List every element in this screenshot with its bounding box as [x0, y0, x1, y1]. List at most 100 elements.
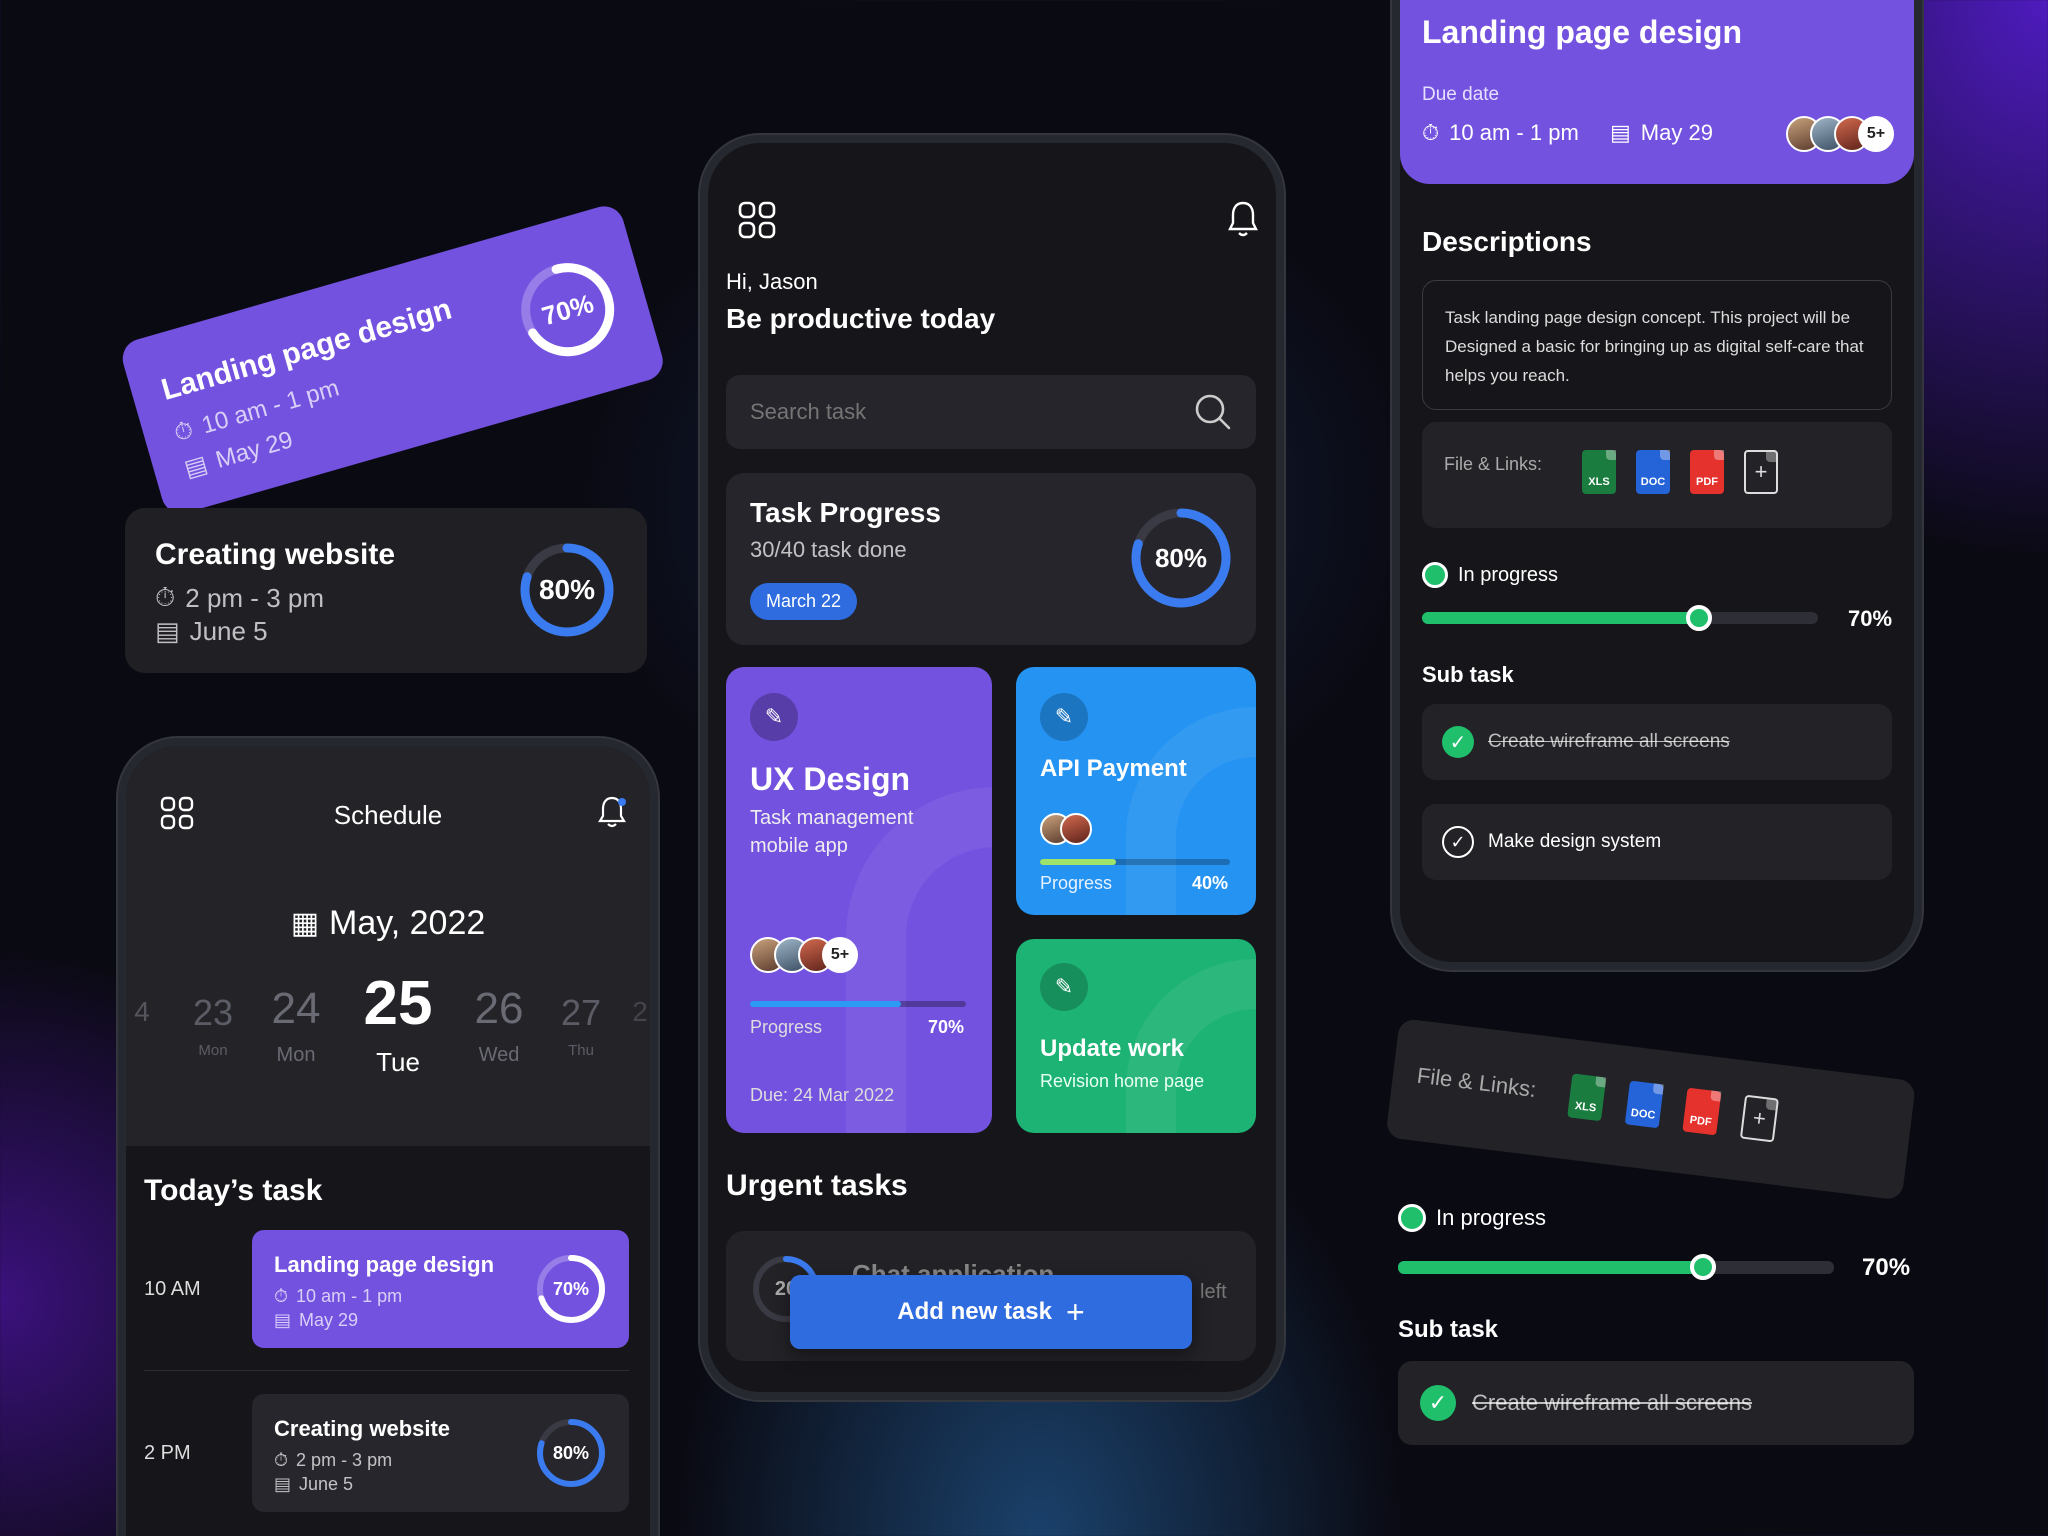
day-27[interactable]: 27 Thu: [546, 992, 616, 1059]
subtask-item[interactable]: ✓ Make design system: [1422, 804, 1892, 880]
doc-file-icon[interactable]: DOC: [1624, 1080, 1664, 1129]
calendar-icon: ▤: [274, 1310, 292, 1330]
plus-icon: +: [1066, 1294, 1085, 1330]
due-date: Due: 24 Mar 2022: [750, 1085, 895, 1105]
checked-icon[interactable]: ✓: [1442, 726, 1474, 758]
task-progress-card[interactable]: Task Progress 30/40 task done March 22 8…: [726, 473, 1256, 645]
day-23[interactable]: 23 Mon: [178, 992, 248, 1059]
date-badge[interactable]: March 22: [750, 583, 858, 620]
notification-bell-icon[interactable]: [1226, 199, 1260, 239]
unchecked-icon[interactable]: ✓: [1442, 826, 1474, 858]
progress-slider-knob[interactable]: [1690, 1254, 1717, 1280]
add-file-icon[interactable]: +: [1739, 1094, 1779, 1143]
subtask-label: Create wireframe all screens: [1472, 1390, 1752, 1415]
month-label: May, 2022: [329, 904, 486, 942]
pdf-file-icon[interactable]: PDF: [1682, 1087, 1722, 1136]
card-subtitle: Revision home page: [1040, 1071, 1205, 1091]
day-number: 2: [632, 996, 648, 1027]
floating-task-card[interactable]: Creating website ⏱ 2 pm - 3 pm ▤ June 5 …: [125, 508, 647, 673]
doc-file-icon[interactable]: DOC: [1636, 450, 1670, 494]
day-4[interactable]: 4: [130, 996, 154, 1028]
description-box: Task landing page design concept. This p…: [1422, 280, 1892, 410]
day-number: 23: [192, 992, 234, 1033]
progress-label: 40%: [1192, 873, 1229, 893]
card-decoration: [846, 787, 992, 1133]
greeting: Hi, Jason: [726, 269, 818, 294]
due-date: May 29: [1640, 120, 1713, 145]
floating-task-card-tilted[interactable]: Landing page design ⏱ 10 am - 1 pm ▤ May…: [118, 201, 668, 519]
api-payment-card[interactable]: ✎ API Payment Progress 40%: [1016, 667, 1256, 915]
progress-slider-knob[interactable]: [1686, 605, 1713, 631]
update-work-card[interactable]: ✎ Update work Revision home page: [1016, 939, 1256, 1133]
xls-file-icon[interactable]: XLS: [1582, 450, 1616, 494]
task-date: June 5: [299, 1474, 354, 1494]
task-card[interactable]: Landing page design ⏱ 10 am - 1 pm ▤ May…: [252, 1230, 629, 1348]
progress-slider[interactable]: [1422, 605, 1818, 631]
avatar-group: [1040, 813, 1092, 845]
card-subtitle: mobile app: [750, 835, 848, 857]
menu-grid-icon[interactable]: [738, 201, 776, 239]
search-icon[interactable]: [1194, 393, 1232, 431]
clock-icon: ⏱: [1422, 120, 1440, 145]
progress-label: 80%: [538, 574, 596, 605]
progress-label: 70%: [1848, 606, 1893, 631]
calendar-icon: ▤: [1610, 120, 1631, 145]
day-2[interactable]: 2: [628, 996, 650, 1028]
progress-slider-fill: [1422, 612, 1700, 624]
progress-bar: [750, 1001, 966, 1007]
day-number: 4: [134, 996, 150, 1027]
progress-slider[interactable]: [1398, 1254, 1834, 1280]
day-24[interactable]: 24 Mon: [256, 984, 336, 1067]
task-row-time: 2 PM: [144, 1442, 191, 1464]
notification-bell-icon[interactable]: [596, 794, 628, 830]
subtask-label: Create wireframe all screens: [1488, 731, 1730, 752]
day-26[interactable]: 26 Wed: [459, 984, 539, 1067]
calendar-icon: ▤: [274, 1474, 292, 1494]
subtask-heading: Sub task: [1422, 662, 1514, 687]
more-members-badge[interactable]: 5+: [822, 937, 858, 973]
search-field[interactable]: [726, 375, 1256, 449]
task-title: Creating website: [155, 538, 396, 571]
subtask-label: Make design system: [1488, 831, 1662, 852]
task-card[interactable]: Creating website ⏱ 2 pm - 3 pm ▤ June 5 …: [252, 1394, 629, 1512]
pen-icon: ✎: [750, 693, 798, 741]
headline: Be productive today: [726, 303, 996, 334]
files-panel: File & Links: XLS DOC PDF +: [1422, 422, 1892, 528]
avatar-group: 5+: [750, 937, 858, 973]
xls-file-icon[interactable]: XLS: [1567, 1073, 1607, 1122]
home-phone: Hi, Jason Be productive today Task Progr…: [700, 135, 1284, 1400]
status-radio-icon[interactable]: [1422, 562, 1448, 588]
more-members-badge[interactable]: 5+: [1858, 116, 1894, 152]
pdf-file-icon[interactable]: PDF: [1690, 450, 1724, 494]
due-label: Due date: [1422, 84, 1500, 105]
task-time: 2 pm - 3 pm: [185, 582, 324, 613]
add-file-icon[interactable]: +: [1744, 450, 1778, 494]
progress-bar: [1040, 859, 1230, 865]
task-time: 10 am - 1 pm: [296, 1286, 403, 1306]
day-name: Wed: [478, 1044, 520, 1066]
progress-slider-fill: [1398, 1261, 1704, 1274]
task-row-time: 10 AM: [144, 1278, 201, 1300]
page-title: Schedule: [333, 800, 443, 830]
progress-ring: 80%: [517, 540, 617, 640]
day-25-selected[interactable]: 25 Tue: [348, 968, 448, 1078]
subtask-item[interactable]: ✓ Create wireframe all screens: [1398, 1361, 1914, 1445]
search-input[interactable]: [750, 375, 1170, 449]
todays-task-heading: Today’s task: [144, 1174, 323, 1207]
subtask-item[interactable]: ✓ Create wireframe all screens: [1422, 704, 1892, 780]
day-number: 27: [560, 992, 602, 1033]
progress-label: 70%: [538, 287, 597, 331]
status-radio-icon[interactable]: [1398, 1204, 1426, 1232]
clock-icon: ⏱: [274, 1450, 289, 1470]
task-title: Landing page design: [274, 1252, 495, 1277]
urgent-task-remaining: left: [1200, 1281, 1227, 1303]
progress-ring: 70%: [506, 248, 630, 372]
calendar-icon: ▤: [181, 450, 211, 483]
card-title: UX Design: [750, 761, 911, 797]
add-new-task-button[interactable]: Add new task +: [790, 1275, 1192, 1349]
progress-ring: 80%: [534, 1416, 608, 1490]
checked-icon[interactable]: ✓: [1420, 1385, 1456, 1421]
ux-design-card[interactable]: ✎ UX Design Task management mobile app 5…: [726, 667, 992, 1133]
day-name: Mon: [198, 1042, 228, 1059]
card-subtitle: Task management: [750, 807, 914, 829]
